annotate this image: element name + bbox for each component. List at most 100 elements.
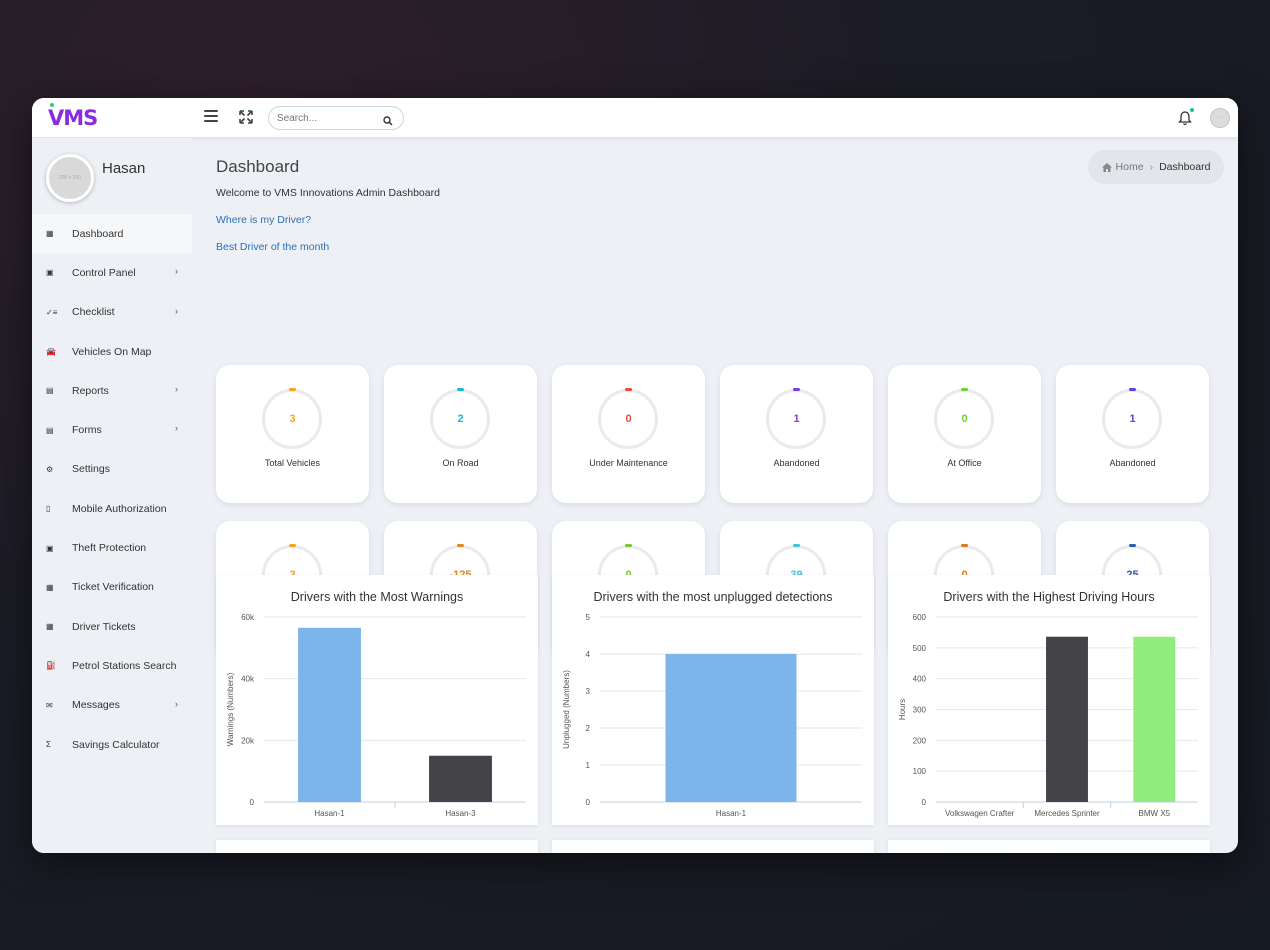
y-tick-label: 300 bbox=[913, 706, 927, 715]
sidebar-item-settings[interactable]: ⚙ Settings bbox=[32, 450, 192, 489]
progress-ring-marker bbox=[1129, 544, 1136, 547]
page-title: Dashboard bbox=[216, 157, 300, 176]
breadcrumb-home[interactable]: Home bbox=[1116, 161, 1144, 173]
profile-name: Hasan bbox=[102, 160, 146, 177]
sidebar-item-icon: ✉ bbox=[46, 700, 53, 710]
stat-card[interactable]: 0 At Office bbox=[888, 365, 1041, 503]
sidebar-item-label: Forms bbox=[72, 424, 102, 437]
sidebar-item-label: Messages bbox=[72, 699, 120, 712]
where-is-my-driver-link[interactable]: Where is my Driver? bbox=[216, 214, 311, 226]
main-content: Dashboard Welcome to VMS Innovations Adm… bbox=[216, 138, 1226, 853]
sidebar-item-icon: ▣ bbox=[46, 268, 54, 278]
y-tick-label: 4 bbox=[586, 650, 591, 659]
breadcrumb: Home › Dashboard bbox=[1088, 150, 1224, 184]
sidebar-item-label: Ticket Verification bbox=[72, 581, 154, 594]
y-tick-label: 5 bbox=[586, 613, 591, 622]
progress-ring-marker bbox=[457, 388, 464, 391]
stat-card[interactable]: 0 Under Maintenance bbox=[552, 365, 705, 503]
progress-ring-marker bbox=[793, 544, 800, 547]
logo-text: VMS bbox=[48, 106, 98, 130]
profile-avatar[interactable]: 200 x 200 bbox=[46, 154, 94, 202]
stat-label: Under Maintenance bbox=[589, 458, 668, 468]
sidebar-item-messages[interactable]: ✉ Messages › bbox=[32, 686, 192, 725]
sidebar-item-icon: ▤ bbox=[46, 386, 54, 396]
progress-ring-marker bbox=[961, 544, 968, 547]
best-driver-link[interactable]: Best Driver of the month bbox=[216, 241, 329, 253]
bar[interactable] bbox=[665, 654, 797, 802]
sidebar-item-petrol-stations-search[interactable]: ⛽ Petrol Stations Search bbox=[32, 646, 192, 685]
y-tick-label: 20k bbox=[241, 736, 255, 745]
sidebar-item-dashboard[interactable]: ▦ Dashboard bbox=[32, 214, 192, 254]
chevron-right-icon: › bbox=[175, 305, 178, 316]
sidebar-item-icon: ▯ bbox=[46, 504, 51, 514]
stat-card[interactable]: 1 Abandoned bbox=[1056, 365, 1209, 503]
search-input[interactable] bbox=[277, 111, 377, 126]
sidebar-item-ticket-verification[interactable]: ▦ Ticket Verification bbox=[32, 568, 192, 607]
stat-label: Total Vehicles bbox=[264, 458, 321, 468]
stat-value: 3 bbox=[289, 413, 296, 425]
top-bar: VMS ··· bbox=[32, 98, 1238, 138]
sidebar-item-savings-calculator[interactable]: Σ Savings Calculator bbox=[32, 725, 192, 764]
bottom-panel-1 bbox=[216, 840, 538, 853]
sidebar-item-icon: ✓≡ bbox=[46, 307, 58, 317]
progress-ring-marker bbox=[625, 388, 632, 391]
unplugged-chart-svg: 0 1 2 3 4 5 Hasan-1 Unplugged (Numbers) bbox=[562, 613, 862, 818]
hamburger-menu-icon[interactable] bbox=[204, 110, 218, 124]
sidebar-item-icon: ▦ bbox=[46, 229, 54, 239]
bar[interactable] bbox=[1133, 636, 1176, 802]
sidebar-item-driver-tickets[interactable]: ▦ Driver Tickets bbox=[32, 607, 192, 646]
y-axis-title: Hours bbox=[898, 699, 907, 720]
x-tick-label: Hasan-1 bbox=[314, 809, 345, 818]
sidebar-item-vehicles-on-map[interactable]: 🚘 Vehicles On Map bbox=[32, 332, 192, 371]
app-window: VMS ··· 2 bbox=[32, 98, 1238, 853]
search-box[interactable] bbox=[268, 106, 404, 130]
search-icon[interactable] bbox=[383, 113, 393, 126]
stat-value: 2 bbox=[457, 413, 464, 425]
y-axis-title: Unplugged (Numbers) bbox=[562, 670, 571, 749]
chevron-right-icon: › bbox=[175, 698, 178, 709]
bar[interactable] bbox=[298, 627, 361, 802]
bottom-panel-3 bbox=[888, 840, 1210, 853]
stat-card[interactable]: 2 On Road bbox=[384, 365, 537, 503]
sidebar-item-label: Dashboard bbox=[72, 227, 124, 240]
sidebar-item-control-panel[interactable]: ▣ Control Panel › bbox=[32, 253, 192, 292]
sidebar-item-icon: Σ bbox=[46, 740, 51, 749]
sidebar-item-mobile-authorization[interactable]: ▯ Mobile Authorization bbox=[32, 489, 192, 528]
stat-value: 0 bbox=[625, 413, 632, 425]
sidebar-item-icon: ⚙ bbox=[46, 464, 54, 474]
stat-value: 1 bbox=[793, 413, 800, 425]
sidebar-item-label: Settings bbox=[72, 463, 110, 476]
user-avatar[interactable]: ··· bbox=[1210, 108, 1230, 128]
sidebar: 200 x 200 Hasan ▦ Dashboard ▣ Control Panel… bbox=[32, 138, 192, 853]
bar[interactable] bbox=[1046, 636, 1088, 802]
stat-label: On Road bbox=[442, 458, 479, 468]
chevron-right-icon: › bbox=[175, 384, 178, 395]
y-tick-label: 100 bbox=[913, 767, 927, 776]
bar[interactable] bbox=[429, 755, 492, 802]
sidebar-item-reports[interactable]: ▤ Reports › bbox=[32, 371, 192, 410]
welcome-text: Welcome to VMS Innovations Admin Dashboa… bbox=[216, 187, 440, 199]
stat-card[interactable]: 3 Total Vehicles bbox=[216, 365, 369, 503]
driving-hours-chart: Drivers with the Highest Driving Hours 0… bbox=[888, 575, 1210, 825]
x-tick-label: Mercedes Sprinter bbox=[1034, 809, 1100, 818]
home-icon[interactable] bbox=[1101, 162, 1112, 172]
chevron-right-icon: › bbox=[175, 266, 178, 277]
y-tick-label: 0 bbox=[586, 798, 591, 807]
sidebar-item-label: Mobile Authorization bbox=[72, 502, 167, 515]
stat-card[interactable]: 1 Abandoned bbox=[720, 365, 873, 503]
y-axis-title: Warnings (Numbers) bbox=[226, 672, 235, 746]
notification-bell-icon[interactable] bbox=[1178, 110, 1192, 126]
y-tick-label: 3 bbox=[586, 687, 591, 696]
breadcrumb-current: Dashboard bbox=[1159, 161, 1211, 173]
stat-value: 0 bbox=[961, 413, 968, 425]
y-tick-label: 60k bbox=[241, 613, 255, 622]
y-tick-label: 0 bbox=[922, 798, 927, 807]
stat-label: Abandoned bbox=[773, 458, 820, 468]
vms-logo[interactable]: VMS bbox=[48, 103, 98, 130]
sidebar-item-forms[interactable]: ▤ Forms › bbox=[32, 410, 192, 449]
x-tick-label: Hasan-1 bbox=[716, 809, 747, 818]
sidebar-item-theft-protection[interactable]: ▣ Theft Protection bbox=[32, 528, 192, 567]
sidebar-nav: ▦ Dashboard ▣ Control Panel › ✓≡ Checklist › 🚘 Ve… bbox=[32, 214, 192, 764]
sidebar-item-checklist[interactable]: ✓≡ Checklist › bbox=[32, 293, 192, 332]
fullscreen-icon[interactable] bbox=[239, 110, 253, 124]
